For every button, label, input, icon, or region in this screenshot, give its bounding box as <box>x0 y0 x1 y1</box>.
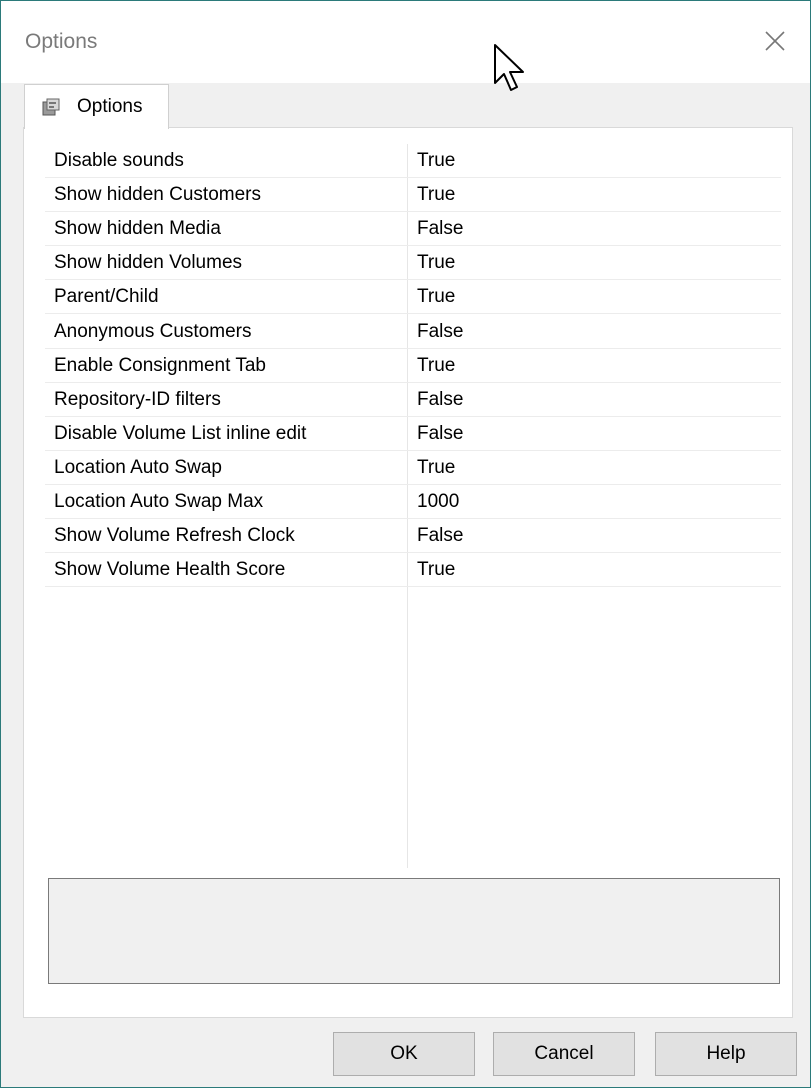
option-name: Parent/Child <box>54 286 159 308</box>
option-name: Show hidden Customers <box>54 184 261 206</box>
option-name: Show Volume Health Score <box>54 559 286 581</box>
options-dialog: Options Options Disable sounds True Show h… <box>0 0 811 1088</box>
option-value[interactable]: True <box>417 286 455 308</box>
option-row[interactable]: Show Volume Refresh Clock False <box>45 519 781 554</box>
option-name: Show hidden Media <box>54 218 221 240</box>
option-name: Enable Consignment Tab <box>54 354 266 376</box>
tab-options[interactable]: Options <box>24 84 169 129</box>
option-value[interactable]: True <box>417 457 455 479</box>
option-row[interactable]: Repository-ID filters False <box>45 383 781 417</box>
option-row[interactable]: Show hidden Customers True <box>45 178 781 213</box>
option-row[interactable]: Show Volume Health Score True <box>45 553 781 588</box>
option-name: Show Volume Refresh Clock <box>54 525 295 547</box>
option-value[interactable]: True <box>417 355 455 377</box>
property-grid: Disable sounds True Show hidden Customers T… <box>45 144 781 868</box>
option-row[interactable]: Disable Volume List inline edit False <box>45 417 781 451</box>
option-row[interactable]: Show hidden Volumes True <box>45 246 781 281</box>
option-value[interactable]: True <box>417 559 455 581</box>
title-bar: Options <box>1 1 810 83</box>
option-name: Disable sounds <box>54 150 184 171</box>
option-row[interactable]: Show hidden Media False <box>45 212 781 247</box>
option-row[interactable]: Parent/Child True <box>45 280 781 315</box>
option-value[interactable]: False <box>417 389 463 411</box>
option-name: Anonymous Customers <box>54 320 252 342</box>
description-pane <box>48 878 780 984</box>
properties-icon <box>42 98 60 116</box>
option-value[interactable]: True <box>417 252 455 274</box>
window-title: Options <box>25 30 98 53</box>
help-button[interactable]: Help <box>655 1032 797 1076</box>
option-name: Location Auto Swap Max <box>54 491 264 512</box>
option-value[interactable]: False <box>417 321 463 343</box>
option-row[interactable]: Enable Consignment Tab True <box>45 349 781 383</box>
option-row[interactable]: Location Auto Swap Max 1000 <box>45 485 781 519</box>
close-icon <box>765 31 785 51</box>
ok-button[interactable]: OK <box>333 1032 475 1076</box>
option-value[interactable]: False <box>417 525 463 547</box>
cancel-button[interactable]: Cancel <box>493 1032 635 1076</box>
option-name: Show hidden Volumes <box>54 252 243 274</box>
option-value[interactable]: True <box>417 150 455 172</box>
option-value[interactable]: 1000 <box>417 491 459 513</box>
close-button[interactable] <box>740 1 810 81</box>
tab-label: Options <box>77 96 143 117</box>
option-value[interactable]: False <box>417 423 463 445</box>
option-name: Repository-ID filters <box>54 388 221 410</box>
option-name: Location Auto Swap <box>54 456 222 478</box>
option-row[interactable]: Anonymous Customers False <box>45 315 781 349</box>
option-value[interactable]: False <box>417 218 463 240</box>
option-name: Disable Volume List inline edit <box>54 422 307 444</box>
tab-panel: Disable sounds True Show hidden Customers T… <box>23 127 793 1018</box>
mouse-cursor-icon <box>494 44 524 91</box>
option-value[interactable]: True <box>417 184 455 206</box>
option-row[interactable]: Disable sounds True <box>45 144 781 178</box>
option-row[interactable]: Location Auto Swap True <box>45 451 781 485</box>
